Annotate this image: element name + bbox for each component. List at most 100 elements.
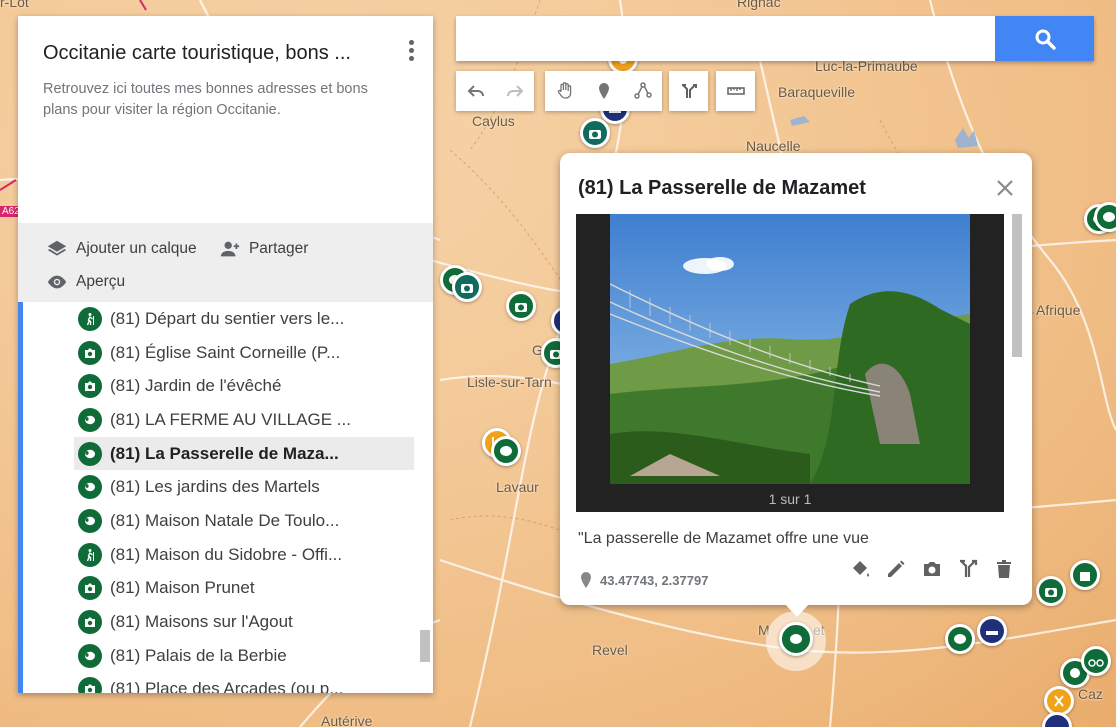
draw-line-icon — [633, 82, 652, 99]
selected-map-marker[interactable] — [779, 622, 813, 656]
sheep-icon — [78, 508, 102, 533]
redo-button[interactable] — [495, 71, 534, 111]
search-input[interactable] — [456, 16, 994, 61]
map-marker[interactable] — [491, 436, 521, 466]
layers-icon — [47, 240, 67, 256]
camera-icon — [78, 610, 102, 635]
list-item[interactable]: (81) Église Saint Corneille (P... — [74, 336, 414, 370]
undo-button[interactable] — [456, 71, 495, 111]
list-item[interactable]: (81) Maison Natale De Toulo... — [74, 504, 414, 538]
panel-header: Occitanie carte touristique, bons ... Re… — [18, 16, 433, 223]
add-marker-button[interactable] — [584, 71, 623, 111]
sheep-icon — [500, 446, 512, 456]
camera-icon — [589, 130, 601, 139]
camera-icon — [924, 562, 940, 576]
directions-button[interactable] — [956, 557, 980, 581]
list-item[interactable]: (81) La Passerelle de Maza... — [74, 436, 414, 471]
place-label: r-Lot — [0, 0, 29, 10]
list-item[interactable]: (81) Maison Prunet — [74, 572, 414, 606]
place-label: Baraqueville — [778, 84, 856, 100]
measure-button[interactable] — [716, 71, 755, 111]
add-directions-button[interactable] — [669, 71, 708, 111]
map-marker[interactable] — [1094, 202, 1116, 232]
map-description[interactable]: Retrouvez ici toutes mes bonnes adresses… — [43, 79, 383, 121]
search-box — [456, 16, 1094, 61]
delete-icon — [997, 560, 1011, 578]
ruler-icon — [726, 87, 745, 95]
list-item[interactable]: (81) Maison du Sidobre - Offi... — [74, 538, 414, 572]
share-button[interactable]: Partager — [219, 237, 308, 261]
map-marker[interactable] — [945, 624, 975, 654]
place-label: Lisle-sur-Tarn — [467, 374, 552, 390]
place-coordinates: 43.47743, 2.37797 — [580, 572, 708, 588]
bicycle-icon — [1088, 659, 1104, 667]
place-label: Afrique — [1036, 302, 1081, 318]
list-item[interactable]: (81) LA FERME AU VILLAGE ... — [74, 403, 414, 437]
more-options-icon[interactable] — [407, 40, 415, 64]
history-toolbar — [456, 71, 534, 111]
map-marker[interactable] — [1036, 576, 1066, 606]
list-item[interactable]: (81) Les jardins des Martels — [74, 470, 414, 504]
camera-icon — [78, 677, 102, 693]
place-label: Caz — [1078, 686, 1103, 702]
marker-icon — [598, 83, 609, 99]
place-label: Caylus — [472, 113, 515, 129]
hand-icon — [557, 82, 571, 99]
map-marker[interactable] — [580, 118, 610, 148]
place-info-window: (81) La Passerelle de Mazamet 1 sur 1 "L… — [560, 153, 1032, 605]
palette-icon — [1070, 668, 1080, 678]
list-item-label: (81) Départ du sentier vers le... — [110, 308, 345, 328]
delete-button[interactable] — [992, 557, 1016, 581]
bed-icon — [1049, 719, 1065, 727]
layer-item-list: (81) Départ du sentier vers le... (81) Ég… — [18, 302, 433, 693]
drawing-toolbar — [545, 71, 662, 111]
close-icon[interactable] — [994, 177, 1016, 199]
select-tool-button[interactable] — [545, 71, 584, 111]
redo-icon — [506, 85, 523, 97]
add-layer-button[interactable]: Ajouter un calque — [46, 237, 197, 261]
map-marker[interactable] — [977, 616, 1007, 646]
list-item-label: (81) Les jardins des Martels — [110, 477, 320, 497]
place-label: Revel — [592, 642, 628, 658]
list-item[interactable]: (81) Place des Arcades (ou p... — [74, 673, 414, 693]
map-marker[interactable] — [1081, 646, 1111, 676]
sheep-icon — [78, 475, 102, 500]
list-item-label: (81) Place des Arcades (ou p... — [110, 679, 344, 693]
list-item-label: (81) La Passerelle de Maza... — [110, 443, 339, 463]
place-photo[interactable] — [610, 214, 970, 484]
map-marker[interactable] — [452, 272, 482, 302]
place-label: Lavaur — [496, 479, 539, 495]
preview-button[interactable]: Aperçu — [46, 270, 125, 294]
search-icon — [1035, 29, 1056, 50]
map-marker[interactable] — [506, 291, 536, 321]
add-photo-button[interactable] — [920, 557, 944, 581]
map-marker[interactable] — [1070, 560, 1100, 590]
restaurant-icon — [1054, 695, 1064, 707]
undo-icon — [467, 85, 484, 97]
list-scrollbar[interactable] — [420, 630, 430, 662]
sheep-icon — [78, 407, 102, 432]
list-item[interactable]: (81) Maisons sur l'Agout — [74, 605, 414, 639]
list-item-label: (81) Maison du Sidobre - Offi... — [110, 544, 343, 564]
hiker-icon — [78, 542, 102, 567]
draw-line-button[interactable] — [623, 71, 662, 111]
list-item[interactable]: (81) Départ du sentier vers le... — [74, 302, 414, 336]
list-item[interactable]: (81) Jardin de l'évêché — [74, 369, 414, 403]
list-item-label: (81) Église Saint Corneille (P... — [110, 342, 341, 362]
sheep-icon — [78, 441, 102, 466]
layer-color-bar — [18, 302, 23, 693]
list-item[interactable]: (81) Palais de la Berbie — [74, 639, 414, 673]
photo-viewer[interactable]: 1 sur 1 — [576, 214, 1004, 512]
search-button[interactable] — [995, 16, 1094, 61]
add-layer-label: Ajouter un calque — [76, 240, 197, 257]
edit-button[interactable] — [884, 557, 908, 581]
sheep-icon — [954, 634, 966, 644]
camera-icon — [1045, 588, 1057, 597]
map-title[interactable]: Occitanie carte touristique, bons ... — [43, 42, 388, 65]
edit-icon — [888, 560, 905, 577]
photo-counter: 1 sur 1 — [768, 491, 812, 507]
camera-icon — [78, 374, 102, 399]
style-button[interactable] — [848, 557, 872, 581]
info-scrollbar[interactable] — [1012, 214, 1022, 357]
directions-icon — [960, 559, 978, 577]
